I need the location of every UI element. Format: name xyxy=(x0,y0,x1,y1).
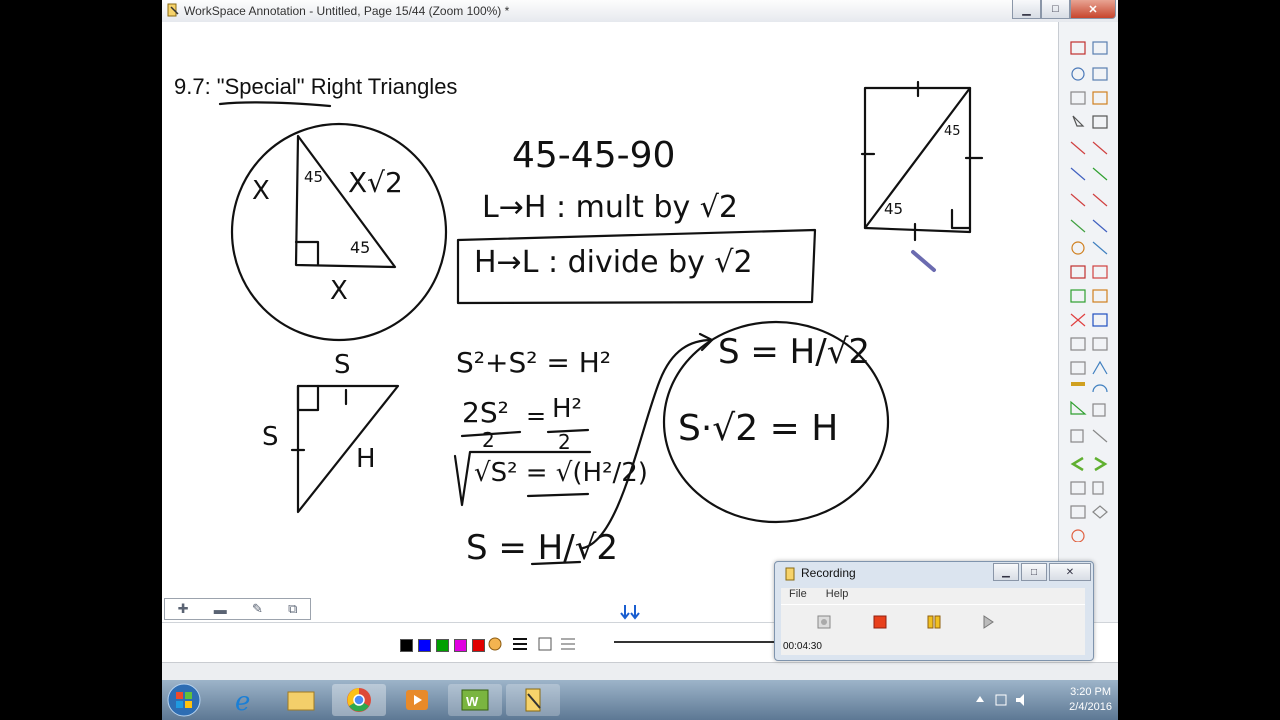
color-magenta[interactable] xyxy=(454,639,467,652)
double-arrow-down-icon[interactable] xyxy=(620,603,644,623)
taskbar-explorer[interactable] xyxy=(274,684,328,716)
hw-eq2-den-right: 2 xyxy=(558,430,571,454)
clock-date: 2/4/2016 xyxy=(1069,701,1112,713)
recording-window: Recording ▁ □ ✕ File Help 00:04:30 xyxy=(774,561,1094,661)
clock-time: 3:20 PM xyxy=(1070,686,1112,698)
recording-menu-file[interactable]: File xyxy=(789,588,807,600)
hw-x-bottom: X xyxy=(330,276,348,306)
system-clock[interactable]: 3:20 PM 2/4/2016 xyxy=(1069,685,1112,715)
recording-menu-bar: File Help xyxy=(781,588,1085,604)
add-page-icon[interactable]: ✚ xyxy=(178,601,189,617)
page-title: 9.7: "Special" Right Triangles xyxy=(174,74,458,99)
hw-eq2-den-left: 2 xyxy=(482,428,495,452)
hw-eq2-eq: = xyxy=(526,402,547,430)
pen-options-icons[interactable] xyxy=(487,636,587,654)
hw-45-bottom: 45 xyxy=(350,238,371,257)
hw-rule-title: 45-45-90 xyxy=(512,135,676,176)
color-green[interactable] xyxy=(436,639,449,652)
hw-rule-l-to-h: L→H : mult by √2 xyxy=(482,190,738,225)
horizontal-scrollbar[interactable] xyxy=(162,662,1118,681)
page-mini-toolbar: ✚ ▬ ✎ ⧉ xyxy=(164,598,311,620)
hw-eq1: S²+S² = H² xyxy=(456,346,611,379)
hw-circle-eq1: S = H/√2 xyxy=(718,332,871,372)
color-red[interactable] xyxy=(472,639,485,652)
hw-h-label: H xyxy=(356,444,376,474)
play-icon[interactable] xyxy=(981,615,995,629)
recording-maximize-button[interactable]: □ xyxy=(1021,563,1047,581)
annotation-icon xyxy=(525,688,541,712)
hw-square-45-top: 45 xyxy=(944,124,961,139)
title-bar: WorkSpace Annotation - Untitled, Page 15… xyxy=(162,0,1118,23)
start-button-icon[interactable] xyxy=(166,682,202,718)
hw-eq3: √S² = √(H²/2) xyxy=(474,458,648,488)
hw-eq2-num-right: H² xyxy=(552,394,582,424)
color-black[interactable] xyxy=(400,639,413,652)
hw-45-top: 45 xyxy=(304,168,324,186)
recording-close-button[interactable]: ✕ xyxy=(1049,563,1091,581)
recording-minimize-button[interactable]: ▁ xyxy=(993,563,1019,581)
media-player-icon xyxy=(406,690,428,710)
recording-title: Recording xyxy=(801,566,856,580)
color-blue[interactable] xyxy=(418,639,431,652)
svg-text:W: W xyxy=(466,694,479,709)
close-button[interactable]: ✕ xyxy=(1070,0,1116,19)
taskbar-workspace[interactable]: W xyxy=(448,684,502,716)
recording-controls: 00:04:30 xyxy=(781,604,1085,655)
taskbar: e W 3:20 PM 2/4/2016 xyxy=(162,680,1118,720)
toolbar-icons[interactable] xyxy=(1059,22,1118,543)
hw-rule-h-to-l: H→L : divide by √2 xyxy=(474,245,753,280)
folder-icon xyxy=(287,691,315,711)
ie-icon: e xyxy=(235,687,250,717)
hw-x-root2: X√2 xyxy=(348,166,403,199)
maximize-button[interactable]: □ xyxy=(1041,0,1070,19)
taskbar-chrome[interactable] xyxy=(332,684,386,716)
minimize-button[interactable]: ▁ xyxy=(1012,0,1041,19)
hw-eq4: S = H/√2 xyxy=(466,528,619,568)
record-icon[interactable] xyxy=(817,615,831,629)
hw-s-left: S xyxy=(262,422,279,452)
chrome-icon xyxy=(347,688,371,712)
hw-square-45-bottom: 45 xyxy=(884,200,904,218)
svg-text:e: e xyxy=(235,687,250,716)
window-title: WorkSpace Annotation - Untitled, Page 15… xyxy=(184,4,510,18)
hw-circle-eq2: S·√2 = H xyxy=(678,408,839,449)
stop-icon[interactable] xyxy=(873,615,887,629)
taskbar-ie[interactable]: e xyxy=(218,684,272,717)
recording-elapsed-time: 00:04:30 xyxy=(783,641,822,652)
hw-x-left: X xyxy=(252,176,270,206)
app-icon xyxy=(167,3,179,17)
taskbar-media[interactable] xyxy=(390,684,444,716)
edit-page-icon[interactable]: ✎ xyxy=(252,601,263,617)
recording-menu-help[interactable]: Help xyxy=(826,588,849,600)
pause-icon[interactable] xyxy=(927,615,941,629)
hw-s-top: S xyxy=(334,350,351,380)
pages-icon[interactable]: ⧉ xyxy=(288,601,297,617)
system-tray-icons[interactable] xyxy=(974,692,1034,708)
hw-eq2-num-left: 2S² xyxy=(462,396,509,429)
workspace-icon: W xyxy=(461,689,489,711)
taskbar-annotation[interactable] xyxy=(506,684,560,716)
recording-app-icon xyxy=(785,567,795,581)
remove-page-icon[interactable]: ▬ xyxy=(214,602,227,617)
